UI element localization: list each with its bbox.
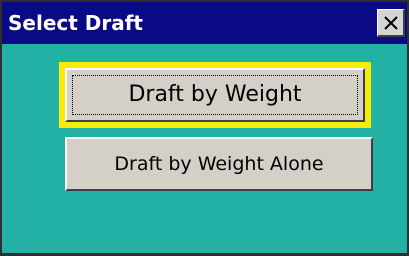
close-icon (384, 16, 398, 30)
draft-by-weight-button[interactable]: Draft by Weight (65, 68, 365, 122)
draft-by-weight-alone-label: Draft by Weight Alone (114, 153, 324, 175)
close-button[interactable] (377, 9, 405, 37)
select-draft-dialog: Select Draft Draft by Weight Draft by We… (0, 0, 409, 256)
title-bar: Select Draft (2, 2, 407, 44)
focus-ring (72, 75, 358, 115)
dialog-title: Select Draft (8, 11, 143, 35)
draft-by-weight-alone-button[interactable]: Draft by Weight Alone (65, 137, 373, 191)
